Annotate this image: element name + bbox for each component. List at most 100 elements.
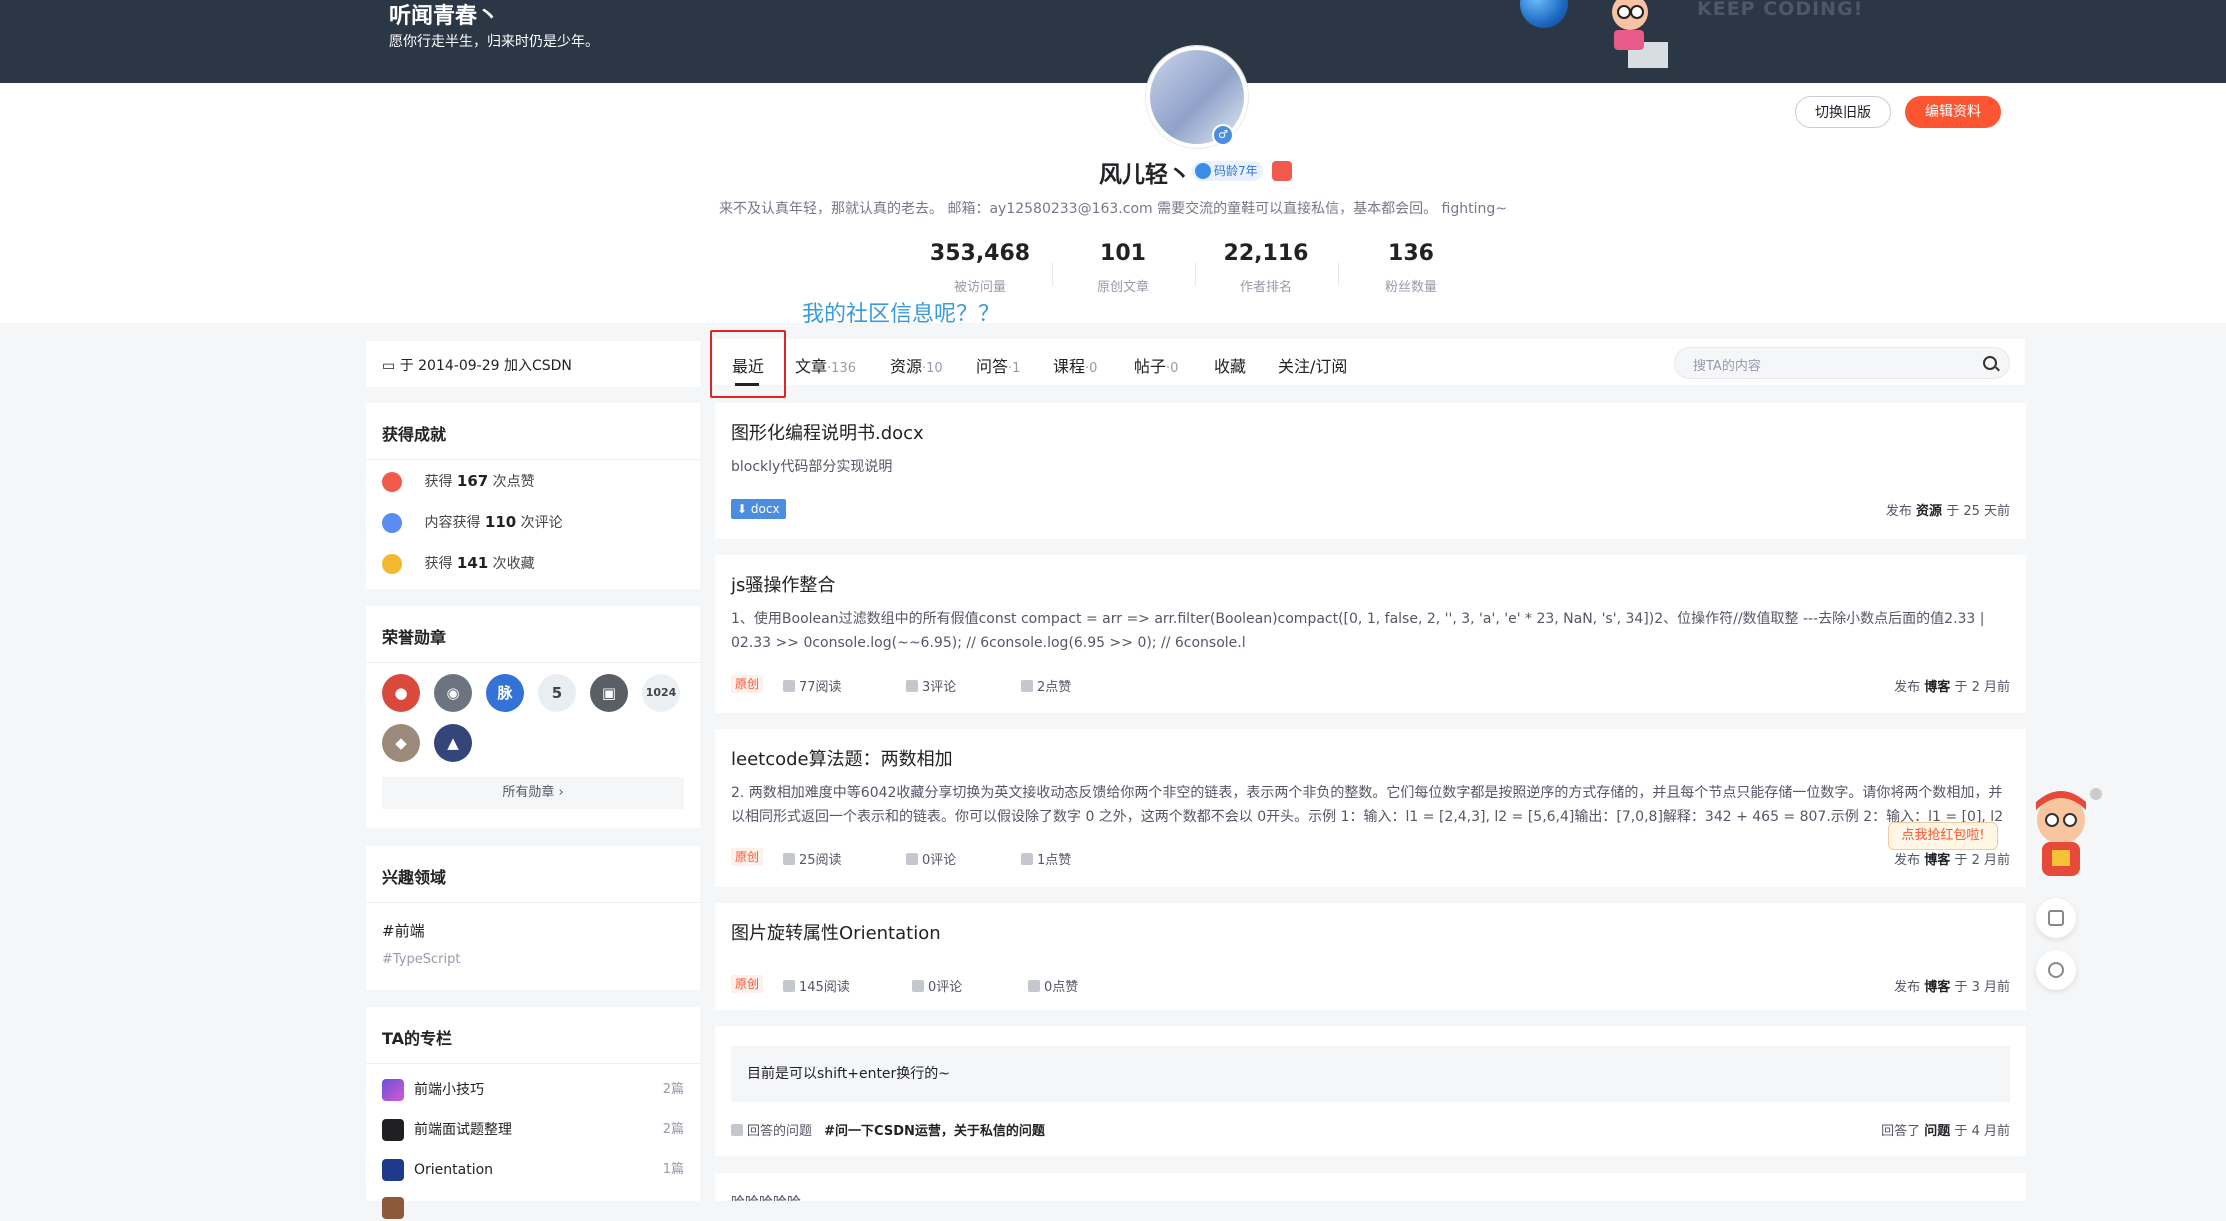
- tab-posts[interactable]: 帖子·0: [1134, 353, 1178, 377]
- feed-item[interactable]: 图形化编程说明书.docx blockly代码部分实现说明 ⬇ docx 发布 …: [715, 403, 2026, 539]
- achievements-card: 获得成就 获得 167 次点赞 内容获得 110 次评论 获得 141 次收藏: [366, 403, 700, 589]
- favorite-medal-icon: [382, 554, 402, 574]
- tab-following[interactable]: 关注/订阅: [1278, 353, 1347, 377]
- badge-rocket-icon[interactable]: ▲: [434, 724, 472, 762]
- like-count: 2点赞: [1021, 676, 1071, 695]
- feed-item[interactable]: leetcode算法题：两数相加 2. 两数相加难度中等6042收藏分享切换为英…: [715, 729, 2026, 887]
- columns-title: TA的专栏: [382, 1029, 453, 1048]
- post-title[interactable]: leetcode算法题：两数相加: [731, 745, 953, 771]
- stat-original-articles[interactable]: 101 原创文章: [1053, 241, 1193, 295]
- post-title[interactable]: 图片旋转属性Orientation: [731, 919, 941, 945]
- banner-keep-coding: KEEP CODING!: [1697, 0, 1864, 20]
- interests-card: 兴趣领域 #前端 #TypeScript: [366, 846, 700, 990]
- read-icon: [783, 980, 795, 992]
- join-date: 2014-09-29: [418, 358, 500, 374]
- globe-icon: [1520, 0, 1568, 28]
- column-item[interactable]: Orientation 1篇: [382, 1157, 684, 1183]
- post-title[interactable]: 哈哈哈哈哈: [731, 1191, 2011, 1201]
- switch-old-version-button[interactable]: 切换旧版: [1795, 96, 1891, 128]
- badge-csdn-icon[interactable]: ●: [382, 674, 420, 712]
- code-age-icon: [1195, 163, 1211, 179]
- read-count: 25阅读: [783, 849, 842, 868]
- post-title[interactable]: 图形化编程说明书.docx: [731, 419, 924, 445]
- post-time: 发布 资源 于 25 天前: [1885, 504, 2010, 519]
- banner-subtitle: 愿你行走半生，归来时仍是少年。: [389, 34, 599, 50]
- post-time: 回答了 问题 于 4 月前: [1881, 1124, 2010, 1139]
- red-packet-label[interactable]: 点我抢红包啦!: [1888, 822, 1998, 850]
- like-count: 1点赞: [1021, 849, 1071, 868]
- tab-articles[interactable]: 文章·136: [795, 353, 856, 377]
- achievement-likes: 获得 167 次点赞: [382, 471, 535, 492]
- tab-favorites[interactable]: 收藏: [1214, 353, 1246, 377]
- medals-card: 荣誉勋章 ● ◉ 脉 5 ▣ 1024 ◆ ▲ 所有勋章 ›: [366, 606, 700, 828]
- interest-tag[interactable]: #前端: [382, 920, 425, 941]
- calendar-icon: ▭: [382, 358, 396, 374]
- column-item[interactable]: [382, 1195, 684, 1221]
- bio: 来不及认真年轻，那就认真的老去。 邮箱：ay12580233@163.com 需…: [719, 201, 1507, 217]
- post-time: 发布 博客 于 2 月前: [1894, 680, 2010, 695]
- like-count: 0点赞: [1028, 976, 1078, 995]
- original-tag: 原创: [731, 675, 763, 693]
- tab-courses[interactable]: 课程·0: [1053, 353, 1097, 377]
- achievement-favorites: 获得 141 次收藏: [382, 553, 535, 574]
- achievements-title: 获得成就: [382, 425, 447, 444]
- read-icon: [783, 853, 795, 865]
- stat-author-rank[interactable]: 22,116 作者排名: [1196, 241, 1336, 295]
- badge-1024-icon[interactable]: 1024: [642, 674, 680, 712]
- interest-tag[interactable]: #TypeScript: [382, 952, 460, 967]
- read-icon: [783, 680, 795, 692]
- join-card: ▭ 于 2014-09-29 加入CSDN: [366, 341, 700, 387]
- tab-resources[interactable]: 资源·10: [890, 353, 943, 377]
- badge-block-icon[interactable]: ▣: [590, 674, 628, 712]
- column-item[interactable]: 前端面试题整理 2篇: [382, 1117, 684, 1143]
- tab-qa[interactable]: 问答·1: [976, 353, 1020, 377]
- comment-icon: [906, 680, 918, 692]
- all-medals-link[interactable]: 所有勋章 ›: [382, 777, 684, 809]
- comment-medal-icon: [382, 513, 402, 533]
- customer-service-button[interactable]: [2036, 950, 2076, 990]
- badge-github-icon[interactable]: ◉: [434, 674, 472, 712]
- annotation-highlight-box: [710, 330, 786, 398]
- original-tag: 原创: [731, 848, 763, 866]
- post-title[interactable]: js骚操作整合: [731, 571, 835, 597]
- gender-icon: ♂: [1212, 124, 1234, 146]
- feed-item[interactable]: js骚操作整合 1、使用Boolean过滤数组中的所有假值const compa…: [715, 555, 2026, 713]
- like-icon: [1028, 980, 1040, 992]
- search-icon[interactable]: [1983, 356, 1997, 370]
- like-medal-icon: [382, 472, 402, 492]
- question-icon: [731, 1124, 743, 1136]
- post-time: 发布 博客 于 3 月前: [1894, 980, 2010, 995]
- edit-profile-button[interactable]: 编辑资料: [1905, 96, 2001, 128]
- column-icon: [382, 1119, 404, 1141]
- feed-item[interactable]: 哈哈哈哈哈: [715, 1173, 2026, 1201]
- badge-five-icon[interactable]: 5: [538, 674, 576, 712]
- badge-brick-icon[interactable]: ◆: [382, 724, 420, 762]
- code-age-badge[interactable]: 码龄7年: [1192, 161, 1263, 181]
- qr-code-icon: [2048, 910, 2064, 926]
- feed-item-answer[interactable]: 目前是可以shift+enter换行的~ 回答的问题 #问一下CSDN运营，关于…: [715, 1026, 2026, 1156]
- red-packet-mascot-icon[interactable]: [2018, 786, 2104, 882]
- medals-title: 荣誉勋章: [382, 628, 447, 647]
- answer-content: 目前是可以shift+enter换行的~: [731, 1046, 2010, 1102]
- interests-title: 兴趣领域: [382, 868, 447, 887]
- question-ref[interactable]: 回答的问题 #问一下CSDN运营，关于私信的问题: [731, 1120, 1045, 1139]
- mascot-icon: [1612, 0, 1668, 68]
- download-icon: ⬇: [737, 502, 748, 516]
- qr-code-button[interactable]: [2036, 898, 2076, 938]
- post-desc: 2. 两数相加难度中等6042收藏分享切换为英文接收动态反馈给你两个非空的链表，…: [731, 785, 2004, 825]
- search-box[interactable]: 搜TA的内容: [1674, 347, 2010, 379]
- comment-icon: [912, 980, 924, 992]
- search-input[interactable]: 搜TA的内容: [1693, 355, 1761, 374]
- columns-card: TA的专栏 前端小技巧 2篇 前端面试题整理 2篇 Orientation 1篇: [366, 1007, 700, 1219]
- badge-mai-icon[interactable]: 脉: [486, 674, 524, 712]
- comment-count: 3评论: [906, 676, 956, 695]
- post-desc: blockly代码部分实现说明: [731, 459, 893, 475]
- profile-banner: 听闻青春丶 愿你行走半生，归来时仍是少年。 KEEP CODING!: [0, 0, 2226, 83]
- feed-item[interactable]: 图片旋转属性Orientation 原创 145阅读 0评论 0点赞 发布 博客…: [715, 903, 2026, 1010]
- column-item[interactable]: 前端小技巧 2篇: [382, 1077, 684, 1103]
- stat-fans[interactable]: 136 粉丝数量: [1341, 241, 1481, 295]
- stat-visits[interactable]: 353,468 被访问量: [910, 241, 1050, 295]
- post-desc: 1、使用Boolean过滤数组中的所有假值const compact = arr…: [731, 611, 1985, 651]
- column-icon: [382, 1079, 404, 1101]
- blog-expert-icon[interactable]: [1272, 161, 1292, 181]
